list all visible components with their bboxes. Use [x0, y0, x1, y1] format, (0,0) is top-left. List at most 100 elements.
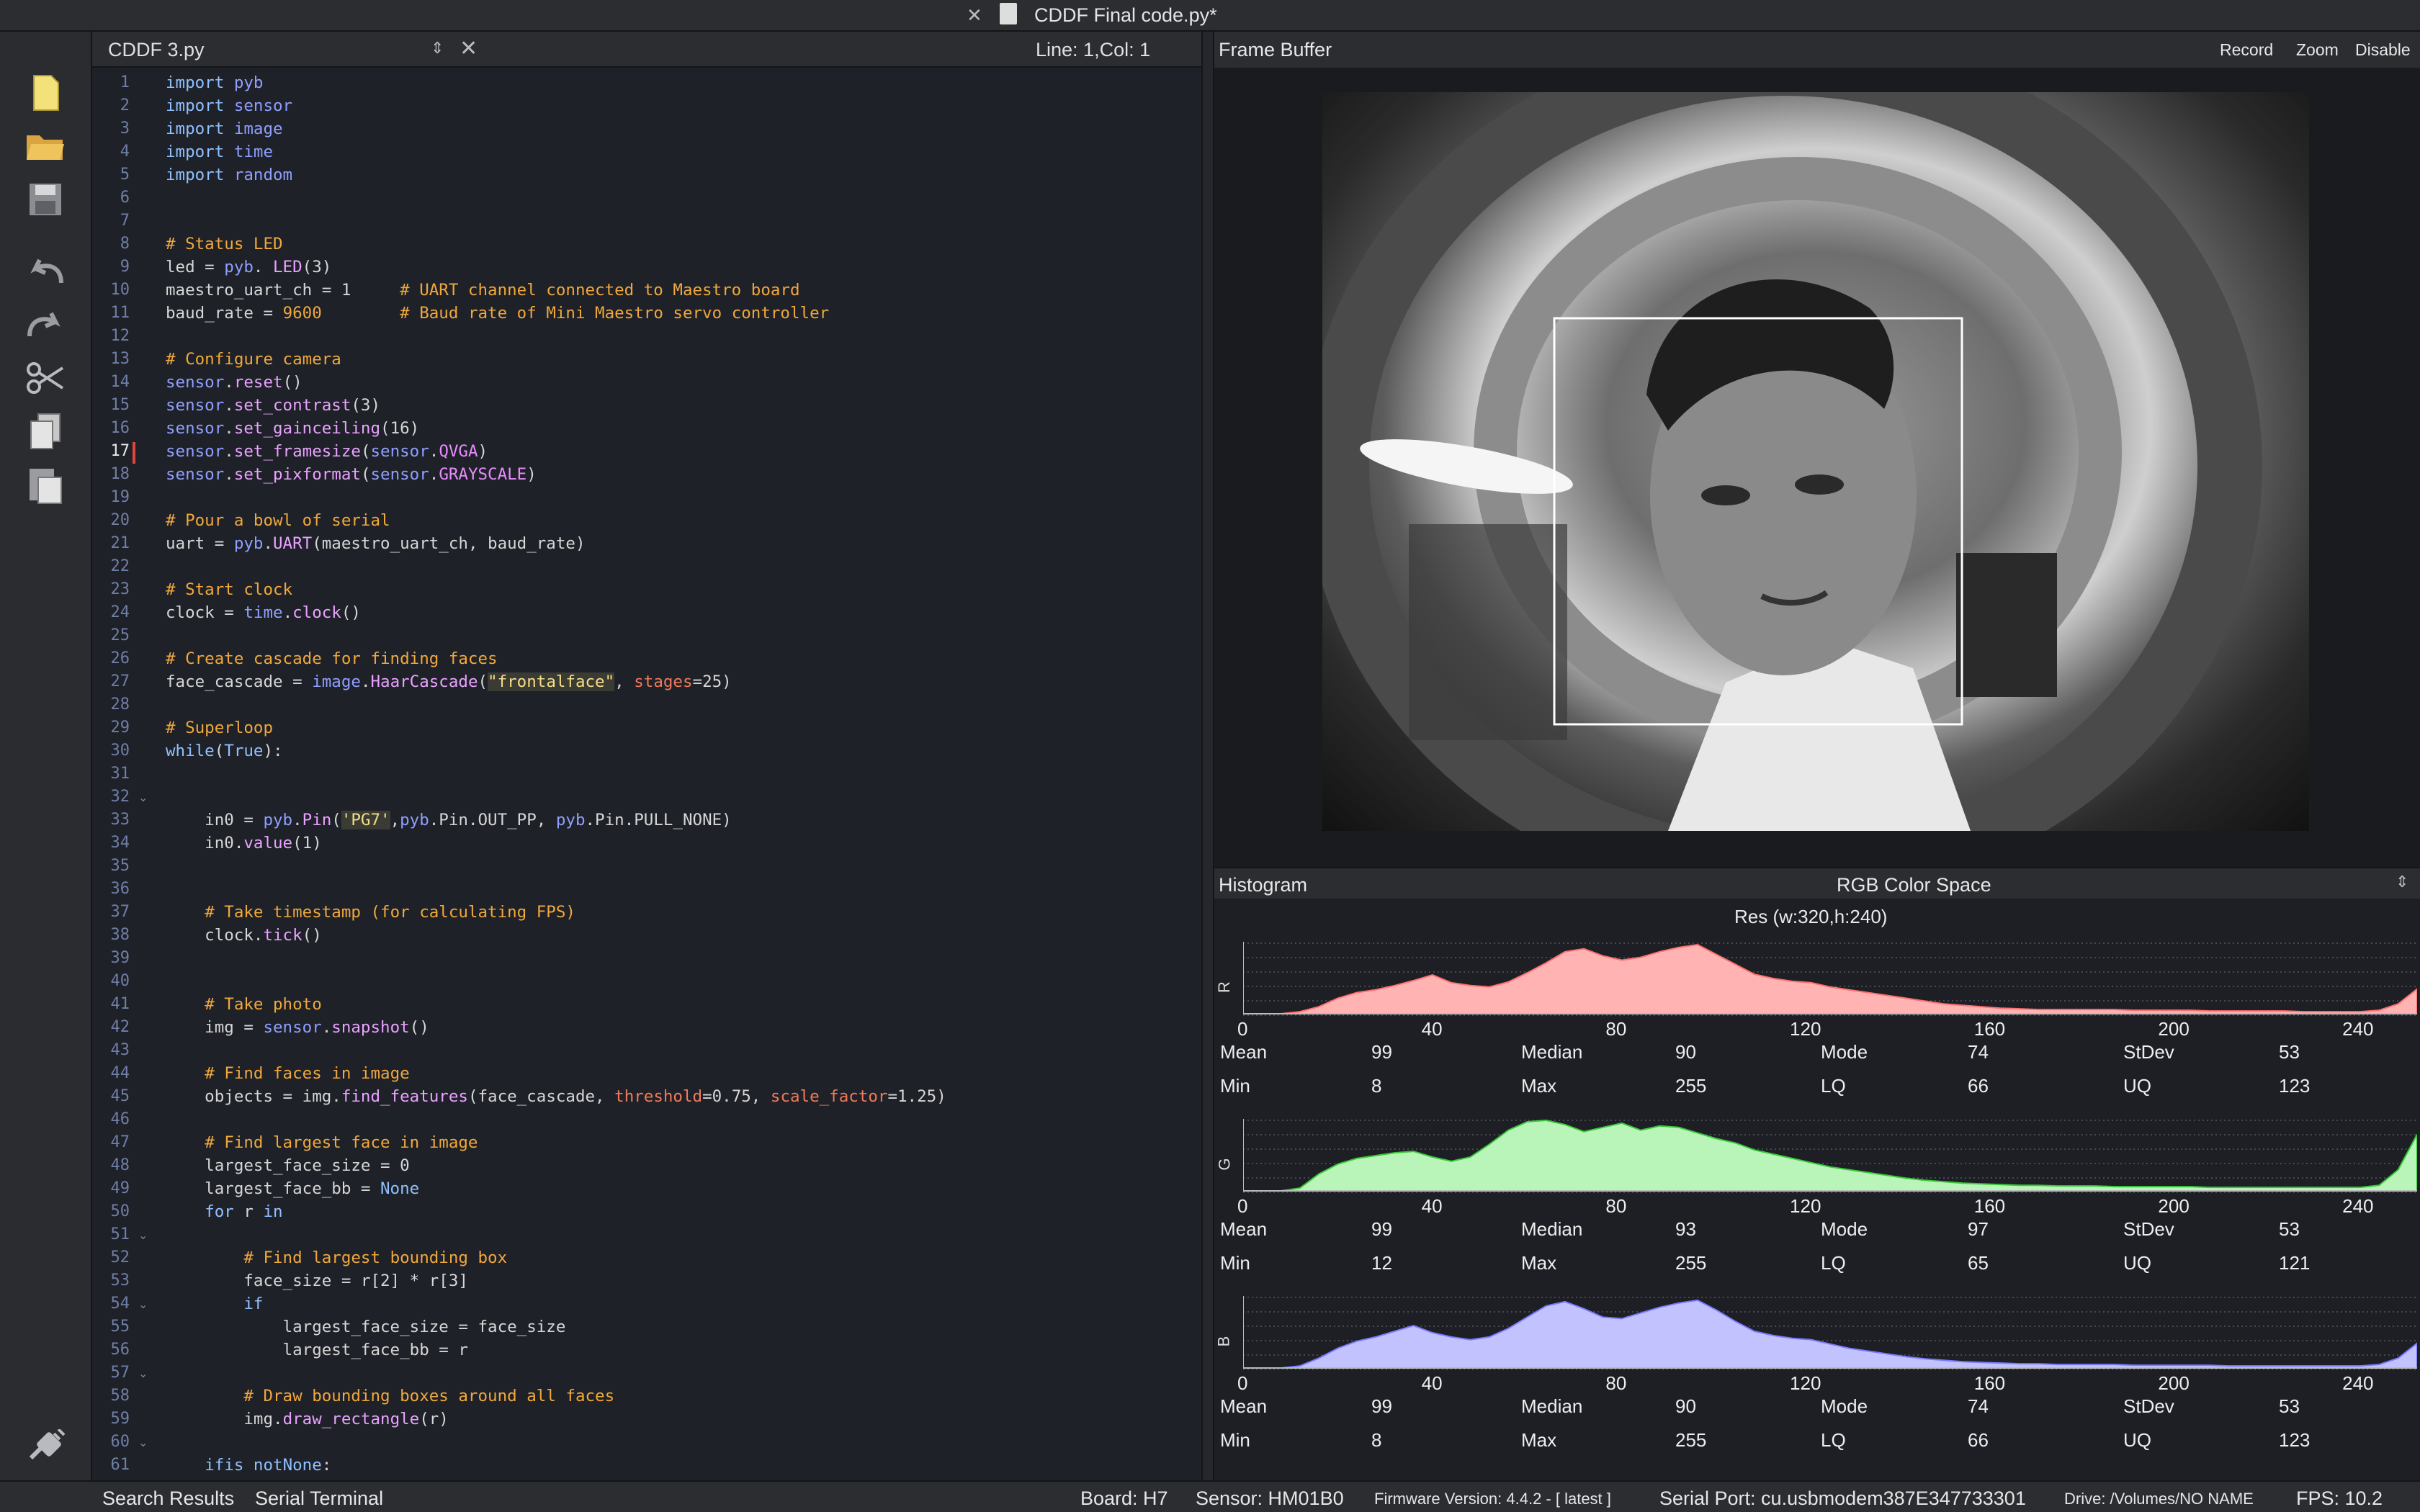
- line-number: 29: [110, 719, 130, 737]
- stat-value: 255: [1675, 1075, 1707, 1097]
- fold-chevron-icon[interactable]: ⌄: [138, 1297, 148, 1312]
- disable-button[interactable]: Disable: [2355, 40, 2411, 60]
- code-line[interactable]: led = pyb. LED(3): [166, 258, 331, 276]
- stat-label: StDev: [2123, 1041, 2174, 1063]
- code-line[interactable]: import pyb: [166, 73, 263, 92]
- code-line[interactable]: # Find largest face in image: [166, 1133, 478, 1152]
- code-line[interactable]: while(True):: [166, 742, 283, 760]
- file-selector-arrows-icon[interactable]: ⇕: [431, 39, 444, 58]
- code-line[interactable]: baud_rate = 9600 # Baud rate of Mini Mae…: [166, 304, 829, 323]
- stat-label: StDev: [2123, 1218, 2174, 1240]
- code-line[interactable]: # Find faces in image: [166, 1064, 409, 1083]
- copy-icon[interactable]: [22, 410, 69, 452]
- x-tick-label: 240: [2342, 1195, 2374, 1217]
- open-folder-icon[interactable]: [22, 125, 69, 167]
- code-line[interactable]: in0.value(1): [166, 834, 322, 852]
- code-line[interactable]: face_cascade = image.HaarCascade("fronta…: [166, 672, 732, 691]
- firmware-label[interactable]: Firmware Version: 4.4.2 - [ latest ]: [1374, 1490, 1611, 1508]
- line-number: 17: [110, 442, 130, 460]
- color-space-arrows-icon[interactable]: ⇕: [2396, 873, 2408, 891]
- stat-value: 53: [2279, 1395, 2300, 1417]
- code-line[interactable]: # Status LED: [166, 235, 283, 253]
- code-line[interactable]: maestro_uart_ch = 1 # UART channel conne…: [166, 281, 800, 300]
- code-line[interactable]: sensor.set_pixformat(sensor.GRAYSCALE): [166, 465, 537, 484]
- panel-splitter[interactable]: [1201, 32, 1214, 1480]
- code-editor[interactable]: import pyb import sensor import image impor…: [164, 68, 1201, 1480]
- code-line[interactable]: # Pour a bowl of serial: [166, 511, 390, 530]
- connect-icon[interactable]: [22, 1426, 69, 1467]
- line-number: 5: [120, 166, 130, 184]
- code-line[interactable]: # Draw bounding boxes around all faces: [166, 1387, 614, 1405]
- code-line[interactable]: clock = time.clock(): [166, 603, 361, 622]
- code-line[interactable]: largest_face_bb = r: [166, 1341, 468, 1359]
- redo-icon[interactable]: [22, 304, 69, 346]
- x-tick-label: 120: [1790, 1372, 1821, 1394]
- line-number: 42: [110, 1018, 130, 1036]
- line-number: 43: [110, 1041, 130, 1059]
- stat-label: Max: [1521, 1075, 1557, 1097]
- histogram-area: [1243, 1299, 2417, 1369]
- line-number: 6: [120, 189, 130, 207]
- stat-value: 121: [2279, 1252, 2311, 1274]
- line-number: 52: [110, 1248, 130, 1266]
- zoom-button[interactable]: Zoom: [2296, 40, 2339, 60]
- code-line[interactable]: sensor.set_contrast(3): [166, 396, 380, 415]
- code-line[interactable]: import random: [166, 166, 292, 184]
- line-number: 41: [110, 995, 130, 1013]
- code-line[interactable]: in0 = pyb.Pin('PG7',pyb.Pin.OUT_PP, pyb.…: [166, 811, 732, 829]
- undo-icon[interactable]: [22, 251, 69, 292]
- fold-chevron-icon[interactable]: ⌄: [138, 1436, 148, 1450]
- code-line[interactable]: ifis notNone:: [166, 1456, 331, 1475]
- code-line[interactable]: sensor.reset(): [166, 373, 302, 392]
- code-line[interactable]: import time: [166, 143, 273, 161]
- code-line[interactable]: sensor.set_framesize(sensor.QVGA): [166, 442, 488, 461]
- cursor-position: Line: 1,Col: 1: [1036, 39, 1151, 60]
- cut-icon[interactable]: [22, 357, 69, 399]
- x-tick-label: 200: [2158, 1372, 2190, 1394]
- code-line[interactable]: for r in: [166, 1202, 282, 1221]
- code-line[interactable]: face_size = r[2] * r[3]: [166, 1272, 468, 1290]
- color-space-select[interactable]: RGB Color Space: [1837, 874, 1991, 896]
- code-line[interactable]: largest_face_bb = None: [166, 1179, 419, 1198]
- code-line[interactable]: if: [166, 1295, 263, 1313]
- code-line[interactable]: img.draw_rectangle(r): [166, 1410, 449, 1428]
- close-file-icon[interactable]: ✕: [460, 36, 478, 61]
- stat-label: Min: [1220, 1075, 1250, 1097]
- code-line[interactable]: # Configure camera: [166, 350, 341, 369]
- code-line[interactable]: clock.tick(): [166, 926, 322, 945]
- code-line[interactable]: # Start clock: [166, 580, 292, 599]
- code-line[interactable]: uart = pyb.UART(maestro_uart_ch, baud_ra…: [166, 534, 586, 553]
- stat-value: 255: [1675, 1429, 1707, 1451]
- file-selector[interactable]: CDDF 3.py: [108, 39, 205, 61]
- paste-icon[interactable]: [22, 464, 69, 505]
- record-button[interactable]: Record: [2220, 40, 2273, 60]
- close-tab-icon[interactable]: ✕: [967, 4, 982, 27]
- code-line[interactable]: largest_face_size = face_size: [166, 1318, 566, 1336]
- stat-label: Mode: [1821, 1041, 1868, 1063]
- fold-chevron-icon[interactable]: ⌄: [138, 1228, 148, 1243]
- line-number: 54: [110, 1295, 130, 1313]
- code-line[interactable]: sensor.set_gainceiling(16): [166, 419, 419, 438]
- code-line[interactable]: # Take photo: [166, 995, 322, 1014]
- search-results-tab[interactable]: Search Results: [102, 1488, 234, 1510]
- fold-chevron-icon[interactable]: ⌄: [138, 791, 148, 805]
- code-line[interactable]: # Find largest bounding box: [166, 1248, 507, 1267]
- stat-value: 53: [2279, 1218, 2300, 1240]
- code-line[interactable]: import image: [166, 120, 283, 138]
- code-line[interactable]: import sensor: [166, 96, 292, 115]
- x-tick-label: 200: [2158, 1195, 2190, 1217]
- stat-value: 66: [1968, 1075, 1989, 1097]
- code-line[interactable]: # Superloop: [166, 719, 273, 737]
- line-number: 37: [110, 903, 130, 921]
- new-file-icon[interactable]: [22, 72, 69, 114]
- serial-terminal-tab[interactable]: Serial Terminal: [255, 1488, 383, 1510]
- code-line[interactable]: largest_face_size = 0: [166, 1156, 409, 1175]
- save-icon[interactable]: [22, 179, 69, 220]
- fold-chevron-icon[interactable]: ⌄: [138, 1367, 148, 1381]
- code-line[interactable]: # Take timestamp (for calculating FPS): [166, 903, 575, 922]
- code-line[interactable]: img = sensor.snapshot(): [166, 1018, 429, 1037]
- code-line[interactable]: objects = img.find_features(face_cascade…: [166, 1087, 946, 1106]
- code-line[interactable]: # Create cascade for finding faces: [166, 649, 498, 668]
- stat-label: Median: [1521, 1041, 1583, 1063]
- x-tick-label: 120: [1790, 1195, 1821, 1217]
